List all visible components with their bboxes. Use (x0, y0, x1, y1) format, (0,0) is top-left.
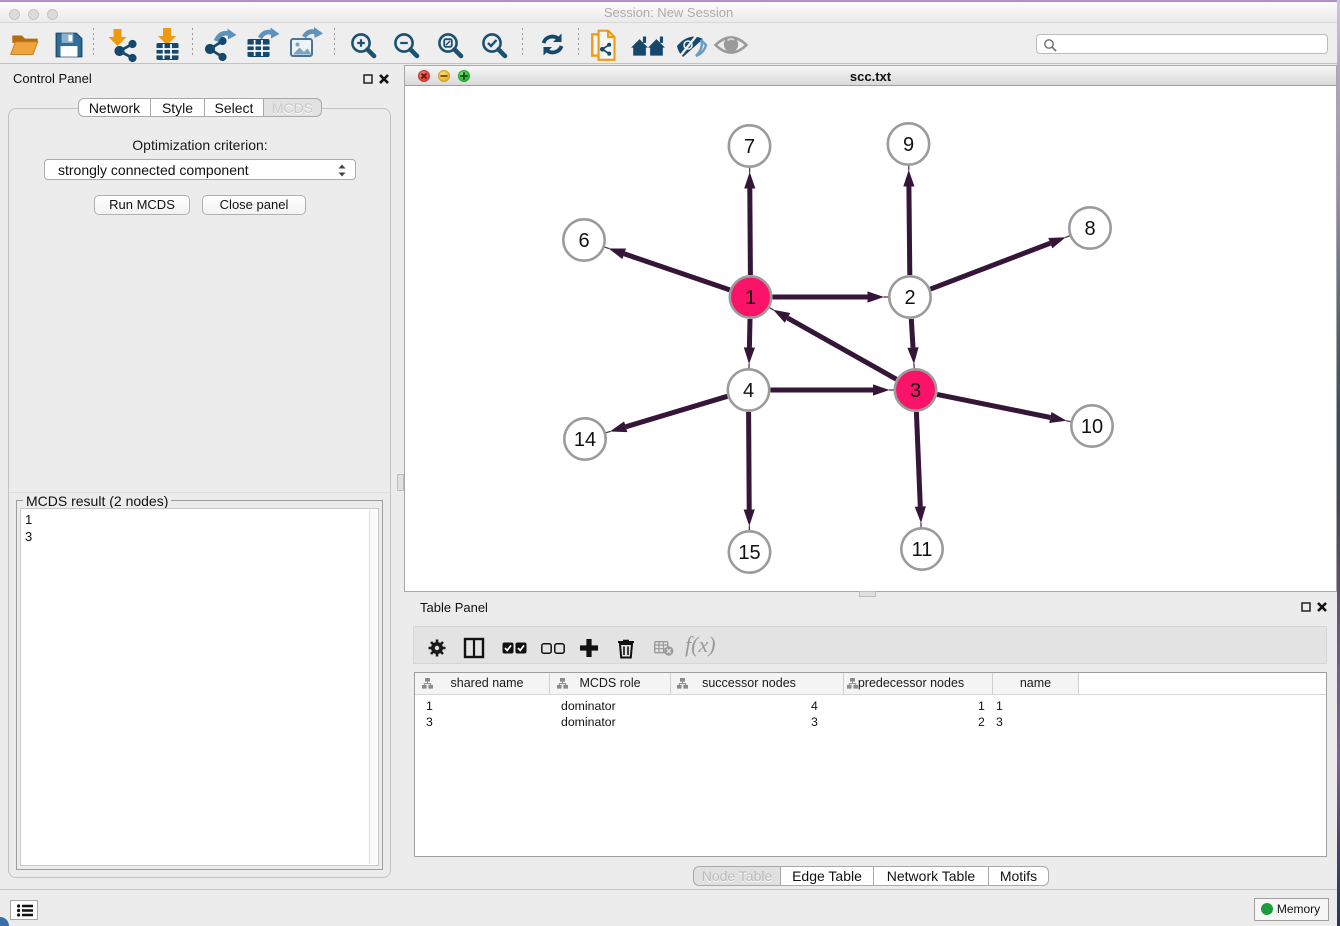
svg-text:15: 15 (738, 542, 760, 564)
svg-text:10: 10 (1081, 416, 1103, 438)
svg-text:14: 14 (574, 429, 596, 451)
svg-text:11: 11 (912, 539, 933, 561)
svg-text:7: 7 (744, 136, 755, 158)
svg-text:3: 3 (910, 380, 921, 402)
svg-text:2: 2 (904, 287, 915, 309)
svg-text:6: 6 (578, 230, 589, 252)
svg-text:9: 9 (903, 134, 914, 156)
svg-text:8: 8 (1084, 218, 1095, 240)
svg-text:1: 1 (745, 287, 756, 309)
svg-text:4: 4 (743, 380, 754, 402)
